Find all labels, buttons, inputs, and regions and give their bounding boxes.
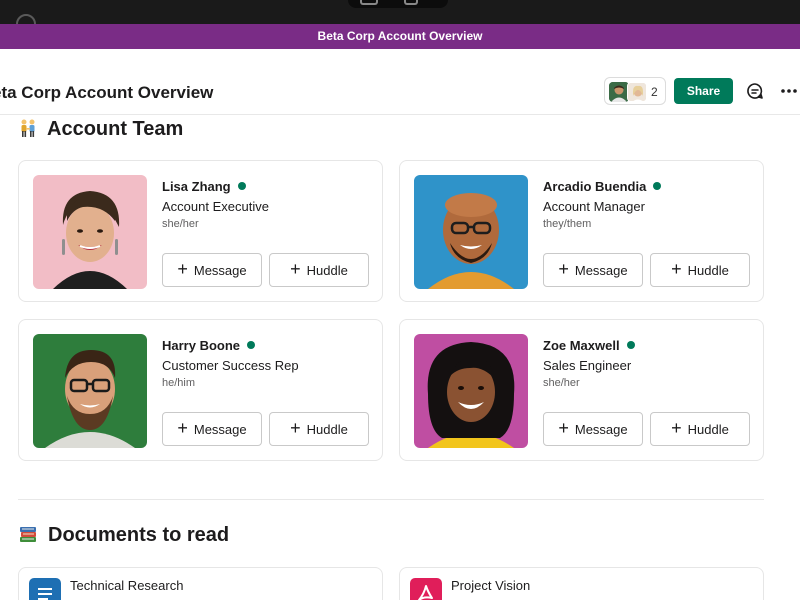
plus-icon: + [558, 259, 569, 279]
member-title: Sales Engineer [543, 358, 632, 373]
huddle-button[interactable]: + Huddle [650, 253, 750, 287]
plus-icon: + [177, 259, 188, 279]
document-title: Project Vision [451, 578, 531, 593]
document-title: Technical Research [70, 578, 184, 593]
presence-active-icon [247, 341, 256, 349]
member-count: 2 [651, 85, 658, 99]
member-name[interactable]: Lisa Zhang [162, 179, 246, 194]
member-title: Account Manager [543, 199, 645, 214]
message-button[interactable]: + Message [162, 412, 262, 446]
member-avatar [609, 82, 629, 102]
members-button[interactable]: 2 [604, 77, 666, 105]
team-member-card: Harry Boone Customer Success Rep he/him … [18, 319, 383, 461]
window-icon [404, 0, 418, 5]
huddle-button[interactable]: + Huddle [269, 253, 369, 287]
huddle-button[interactable]: + Huddle [269, 412, 369, 446]
plus-icon: + [290, 418, 301, 438]
message-button[interactable]: + Message [543, 412, 643, 446]
member-pronouns: he/him [162, 377, 196, 389]
profile-photo [33, 334, 147, 448]
member-title: Customer Success Rep [162, 358, 299, 373]
doc-icon [29, 578, 61, 600]
team-member-card: Lisa Zhang Account Executive she/her + Me… [18, 160, 383, 302]
comment-icon[interactable] [746, 82, 764, 100]
profile-photo [414, 175, 528, 289]
books-icon [18, 524, 38, 544]
plus-icon: + [177, 418, 188, 438]
document-card[interactable]: Project Vision [399, 567, 764, 600]
member-name[interactable]: Arcadio Buendia [543, 179, 662, 194]
huddle-button[interactable]: + Huddle [650, 412, 750, 446]
more-options-icon[interactable] [780, 82, 798, 100]
document-card[interactable]: Technical Research [18, 567, 383, 600]
member-avatar [627, 82, 647, 102]
window-title-bar: Beta Corp Account Overview [0, 24, 800, 49]
canvas-header: eta Corp Account Overview 2 Share [0, 49, 800, 115]
member-name[interactable]: Harry Boone [162, 338, 256, 353]
team-member-card: Zoe Maxwell Sales Engineer she/her + Mess… [399, 319, 764, 461]
profile-photo [33, 175, 147, 289]
section-title-documents: Documents to read [48, 524, 230, 546]
presence-active-icon [653, 182, 662, 190]
share-button[interactable]: Share [674, 78, 733, 104]
pdf-icon [410, 578, 442, 600]
team-member-card: Arcadio Buendia Account Manager they/the… [399, 160, 764, 302]
os-top-strip [0, 0, 800, 24]
plus-icon: + [290, 259, 301, 279]
profile-photo [414, 334, 528, 448]
window-control-icon [16, 14, 36, 24]
page-title: eta Corp Account Overview [0, 83, 214, 102]
plus-icon: + [671, 418, 682, 438]
message-button[interactable]: + Message [543, 253, 643, 287]
section-divider [18, 499, 764, 500]
plus-icon: + [671, 259, 682, 279]
split-view-icon [360, 0, 378, 5]
presence-active-icon [626, 341, 635, 349]
presence-active-icon [237, 182, 246, 190]
member-name[interactable]: Zoe Maxwell [543, 338, 635, 353]
message-button[interactable]: + Message [162, 253, 262, 287]
member-title: Account Executive [162, 199, 269, 214]
member-pronouns: she/her [543, 377, 580, 389]
plus-icon: + [558, 418, 569, 438]
member-pronouns: she/her [162, 218, 199, 230]
section-title-account-team: Account Team [47, 118, 184, 140]
people-holding-hands-icon [18, 118, 38, 138]
member-pronouns: they/them [543, 218, 592, 230]
